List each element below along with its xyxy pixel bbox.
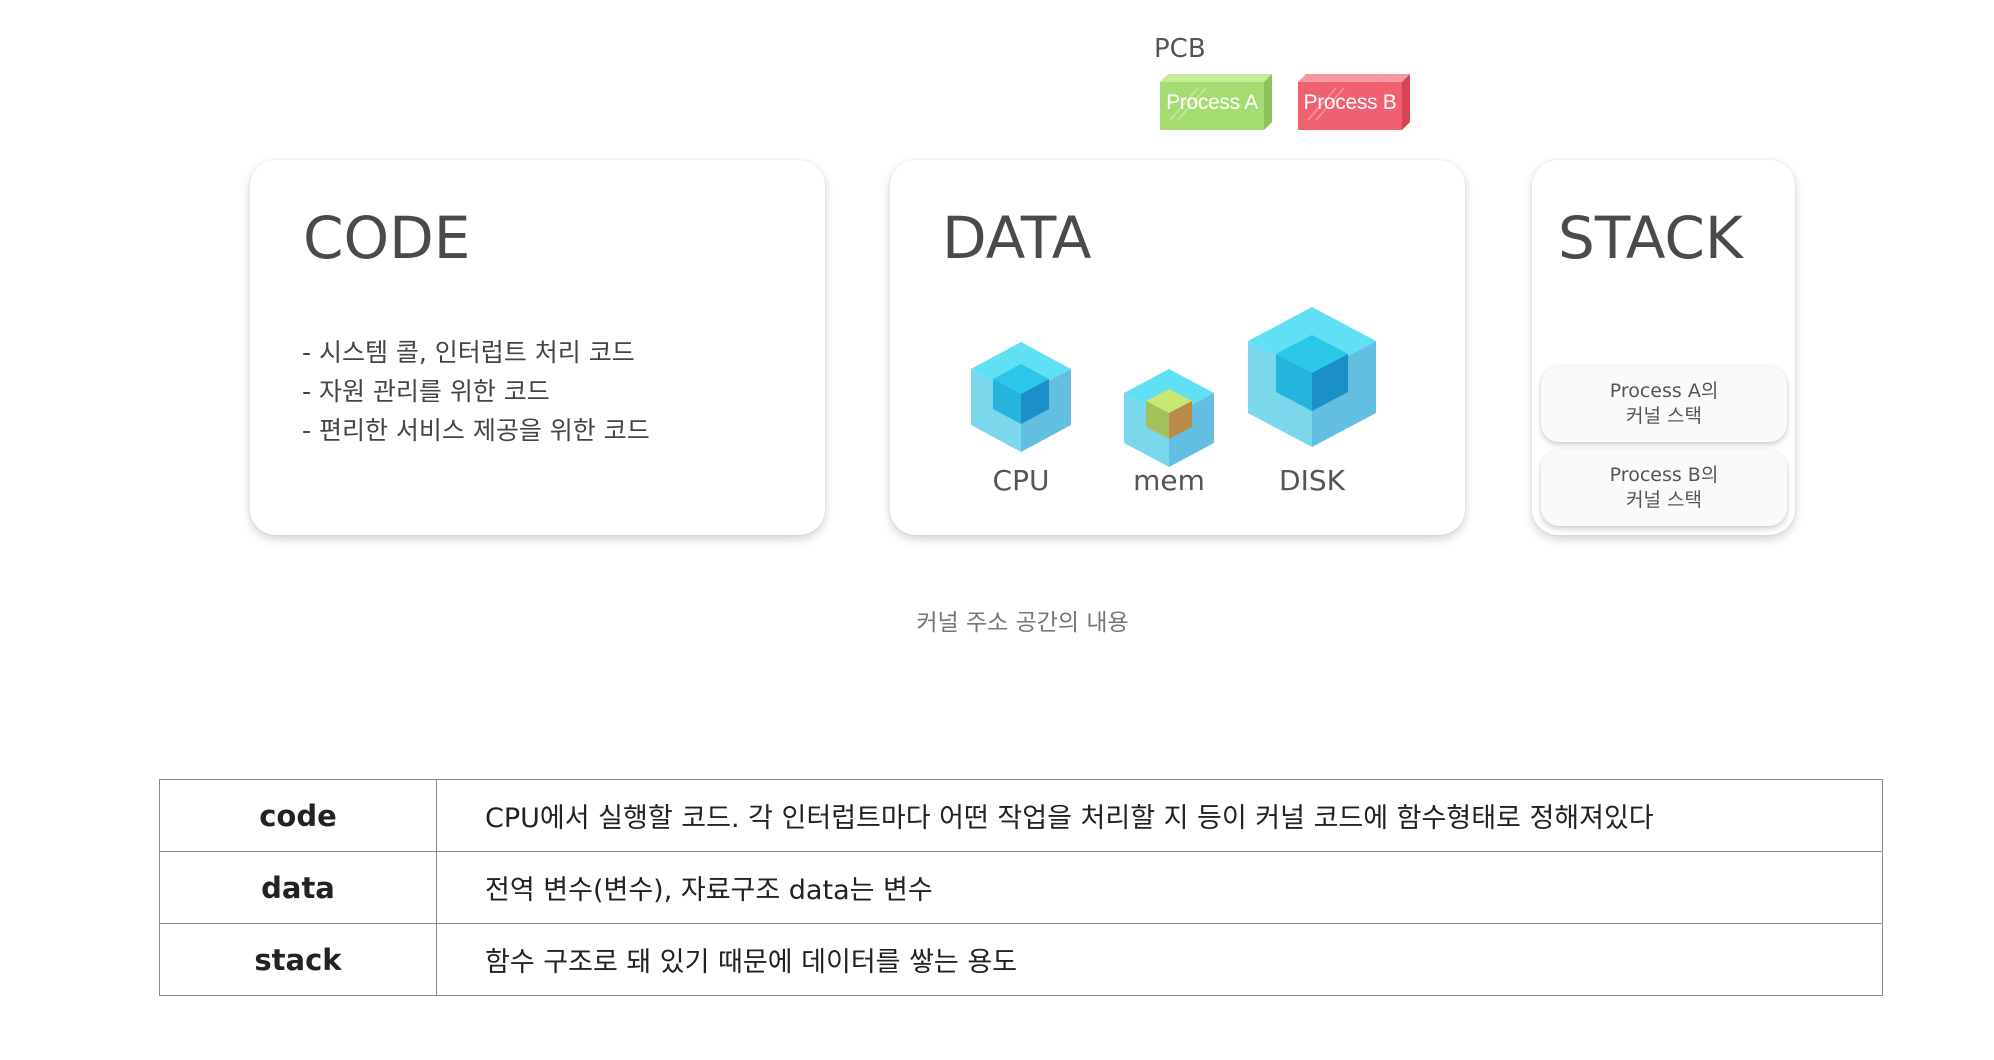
mem-cube-icon — [1124, 369, 1214, 467]
cpu-cube-icon — [971, 342, 1071, 452]
cpu-item: CPU — [971, 342, 1071, 497]
stack-card: STACK Process A의 커널 스택 Process B의 커널 스택 — [1532, 160, 1795, 535]
process-a-label: Process A — [1166, 91, 1258, 114]
disk-item: DISK — [1248, 307, 1376, 497]
stack-title: STACK — [1558, 204, 1743, 272]
mem-label: mem — [1133, 464, 1205, 497]
table-term: stack — [159, 923, 437, 996]
code-line: - 편리한 서비스 제공을 위한 코드 — [302, 416, 650, 445]
table-row: code CPU에서 실행할 코드. 각 인터럽트마다 어떤 작업을 처리할 지… — [159, 779, 1883, 852]
stack-entry-line1: Process B의 — [1609, 464, 1719, 486]
table-description: 함수 구조로 돼 있기 때문에 데이터를 쌓는 용도 — [436, 923, 1883, 996]
table-description: 전역 변수(변수), 자료구조 data는 변수 — [436, 851, 1883, 924]
data-card: DATA CPU mem DISK — [890, 160, 1465, 535]
cpu-label: CPU — [992, 464, 1050, 497]
table-description: CPU에서 실행할 코드. 각 인터럽트마다 어떤 작업을 처리할 지 등이 커… — [436, 779, 1883, 852]
code-lines: - 시스템 콜, 인터럽트 처리 코드 - 자원 관리를 위한 코드 - 편리한… — [302, 333, 650, 450]
process-b-label: Process B — [1303, 91, 1397, 114]
definition-table: code CPU에서 실행할 코드. 각 인터럽트마다 어떤 작업을 처리할 지… — [159, 779, 1883, 996]
code-line: - 자원 관리를 위한 코드 — [302, 377, 550, 406]
stack-entry-process-b: Process B의 커널 스택 — [1541, 450, 1787, 526]
disk-label: DISK — [1279, 464, 1345, 497]
pcb-process-a: Process A — [1160, 74, 1272, 130]
table-row: stack 함수 구조로 돼 있기 때문에 데이터를 쌓는 용도 — [159, 923, 1883, 996]
stack-entry-line1: Process A의 — [1609, 380, 1719, 402]
stack-entry-line2: 커널 스택 — [1626, 489, 1702, 511]
code-line: - 시스템 콜, 인터럽트 처리 코드 — [302, 338, 635, 367]
diagram-caption: 커널 주소 공간의 내용 — [916, 610, 1129, 636]
code-card: CODE - 시스템 콜, 인터럽트 처리 코드 - 자원 관리를 위한 코드 … — [250, 160, 825, 535]
stack-entry-process-a: Process A의 커널 스택 — [1541, 366, 1787, 442]
code-title: CODE — [303, 204, 471, 272]
disk-cube-icon — [1248, 307, 1376, 447]
table-term: code — [159, 779, 437, 852]
pcb-label: PCB — [1154, 34, 1206, 64]
stack-entry-line2: 커널 스택 — [1626, 405, 1702, 427]
table-term: data — [159, 851, 437, 924]
table-row: data 전역 변수(변수), 자료구조 data는 변수 — [159, 851, 1883, 924]
data-title: DATA — [942, 204, 1092, 272]
mem-item: mem — [1124, 369, 1214, 497]
pcb-process-b: Process B — [1298, 74, 1410, 130]
